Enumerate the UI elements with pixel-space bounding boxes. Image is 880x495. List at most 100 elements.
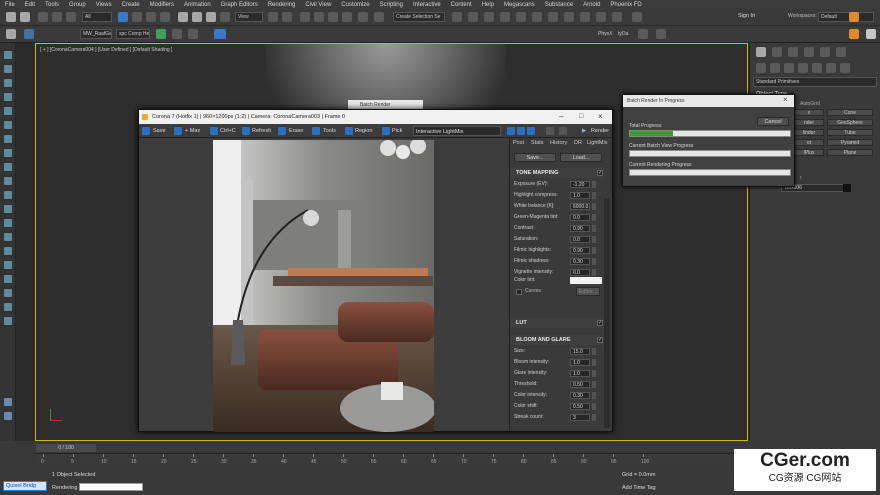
- add-time-tag[interactable]: Add Time Tag: [622, 485, 656, 491]
- viewport-icon[interactable]: [4, 303, 12, 311]
- cylinder-button[interactable]: nder: [794, 119, 824, 126]
- batch-close-icon[interactable]: ×: [783, 95, 788, 104]
- view-thumb-icon[interactable]: [4, 398, 12, 406]
- param-value-input[interactable]: 0.0: [570, 236, 590, 243]
- window-crossing-icon[interactable]: [160, 12, 170, 22]
- menu-item-interactive[interactable]: Interactive: [408, 2, 446, 8]
- tyda-label[interactable]: tyDa: [618, 31, 628, 37]
- viewport-label[interactable]: [ + ] [CoronaCamera004 ] [User Defined ]…: [40, 47, 172, 53]
- primitive-type-dropdown[interactable]: Standard Primitives: [753, 77, 877, 87]
- spinner-icon[interactable]: [592, 348, 596, 355]
- spinner-icon[interactable]: [592, 203, 596, 210]
- lut-header[interactable]: LUT: [510, 318, 603, 328]
- named-selection-dropdown[interactable]: Create Selection Se: [393, 12, 445, 22]
- grid-icon[interactable]: [4, 261, 12, 269]
- spinner-icon[interactable]: [592, 236, 596, 243]
- tube-icon[interactable]: [4, 149, 12, 157]
- menu-item-civil-view[interactable]: Civil View: [300, 2, 336, 8]
- menu-item-help[interactable]: Help: [477, 2, 499, 8]
- menu-item-views[interactable]: Views: [91, 2, 117, 8]
- color-tint-swatch[interactable]: [570, 277, 602, 284]
- torus-button[interactable]: linder: [794, 129, 824, 136]
- percent-snap-icon[interactable]: [328, 12, 338, 22]
- param-value-input[interactable]: 1.0: [570, 370, 590, 377]
- tab-post[interactable]: Post: [513, 140, 524, 146]
- time-slider[interactable]: 0 / 100: [36, 444, 96, 452]
- box-button[interactable]: x: [794, 109, 824, 116]
- spinner-icon[interactable]: [592, 181, 596, 188]
- close-icon[interactable]: ×: [598, 110, 603, 124]
- move-icon[interactable]: [178, 12, 188, 22]
- spinner-icon[interactable]: [592, 258, 596, 265]
- create-tab-icon[interactable]: [756, 47, 766, 57]
- param-value-input[interactable]: -1.20: [570, 181, 590, 188]
- spinner-icon[interactable]: [592, 392, 596, 399]
- tone-mapping-checkbox[interactable]: ✓: [597, 170, 603, 176]
- link-icon[interactable]: [38, 12, 48, 22]
- spinner-icon[interactable]: [592, 192, 596, 199]
- a360-gallery-icon[interactable]: [612, 12, 622, 22]
- timeline[interactable]: 0 5 10 15 20 25 30 35 40 45 50 55 60 65 70 75 80 85 90 95 10…: [35, 453, 748, 467]
- refresh-button[interactable]: Refresh: [252, 126, 271, 136]
- menu-item-megascans[interactable]: Megascans: [499, 2, 540, 8]
- bloom-glare-header[interactable]: BLOOM AND GLARE: [510, 335, 603, 345]
- fr-icon[interactable]: [849, 29, 859, 39]
- render-setup-icon[interactable]: [548, 12, 558, 22]
- object-color-swatch[interactable]: [843, 184, 851, 192]
- param-value-input[interactable]: 0.90: [570, 247, 590, 254]
- side-panel-scrollbar[interactable]: [604, 198, 610, 428]
- spinner-icon[interactable]: [592, 414, 596, 421]
- render-button[interactable]: Render: [591, 126, 609, 136]
- reference-coordinate-dropdown[interactable]: View: [235, 12, 263, 22]
- erase-button[interactable]: Erase: [289, 126, 303, 136]
- helpers-icon[interactable]: [812, 63, 822, 73]
- spinner-icon[interactable]: [592, 381, 596, 388]
- angle-snap-icon[interactable]: [314, 12, 324, 22]
- refresh-icon[interactable]: [242, 127, 250, 135]
- mirror-icon[interactable]: [374, 12, 384, 22]
- redo-icon[interactable]: [20, 12, 30, 22]
- sphere-icon[interactable]: [4, 79, 12, 87]
- save-button[interactable]: Save: [153, 126, 166, 136]
- tab-stats[interactable]: Stats: [531, 140, 544, 146]
- utilities-tab-icon[interactable]: [836, 47, 846, 57]
- spinner-icon[interactable]: [592, 370, 596, 377]
- tool-icon[interactable]: [188, 29, 198, 39]
- view-thumb-icon[interactable]: [4, 412, 12, 420]
- cylinder-icon[interactable]: [4, 93, 12, 101]
- menu-item-file[interactable]: File: [0, 2, 20, 8]
- copy-icon[interactable]: [210, 127, 218, 135]
- plane-icon[interactable]: [4, 107, 12, 115]
- scene-explorer-icon[interactable]: [24, 29, 34, 39]
- geosphere-button[interactable]: GeoSphere: [827, 119, 873, 126]
- render-play-icon[interactable]: ▶: [582, 126, 586, 136]
- param-value-input[interactable]: 1.0: [570, 359, 590, 366]
- bloom-glare-checkbox[interactable]: ✓: [597, 337, 603, 343]
- pivot-icon[interactable]: [268, 12, 278, 22]
- mw-raafgen-button[interactable]: MW_RaafGen: [80, 29, 112, 39]
- name-color-header[interactable]: r: [800, 175, 802, 181]
- select-object-icon[interactable]: [118, 12, 128, 22]
- zoom-icon[interactable]: [507, 127, 515, 135]
- param-value-input[interactable]: 0.30: [570, 392, 590, 399]
- spinner-icon[interactable]: [592, 247, 596, 254]
- menu-item-customize[interactable]: Customize: [336, 2, 374, 8]
- layer-explorer-icon[interactable]: [468, 12, 478, 22]
- autogrid-label[interactable]: AutoGrid: [800, 101, 820, 107]
- menu-item-animation[interactable]: Animation: [179, 2, 216, 8]
- textplus-button[interactable]: lPlus: [794, 149, 824, 156]
- vfb-title-bar[interactable]: Corona 7 (Hotfix 1) | 960×1200px (1:2) |…: [139, 110, 612, 124]
- comp-heli-button[interactable]: spc Comp Heli: [116, 29, 150, 39]
- menu-item-graph-editors[interactable]: Graph Editors: [216, 2, 263, 8]
- spinner-icon[interactable]: [592, 359, 596, 366]
- particle-icon[interactable]: [4, 247, 12, 255]
- cameras-icon[interactable]: [798, 63, 808, 73]
- copy-button[interactable]: Ctrl+C: [220, 126, 236, 136]
- menu-item-modifiers[interactable]: Modifiers: [145, 2, 179, 8]
- pause-icon[interactable]: [559, 127, 567, 135]
- tube-button[interactable]: Tube: [827, 129, 873, 136]
- plane-button[interactable]: Plane: [827, 149, 873, 156]
- tab-history[interactable]: History: [550, 140, 567, 146]
- select-tool-icon[interactable]: [6, 29, 16, 39]
- param-value-input[interactable]: 0.50: [570, 403, 590, 410]
